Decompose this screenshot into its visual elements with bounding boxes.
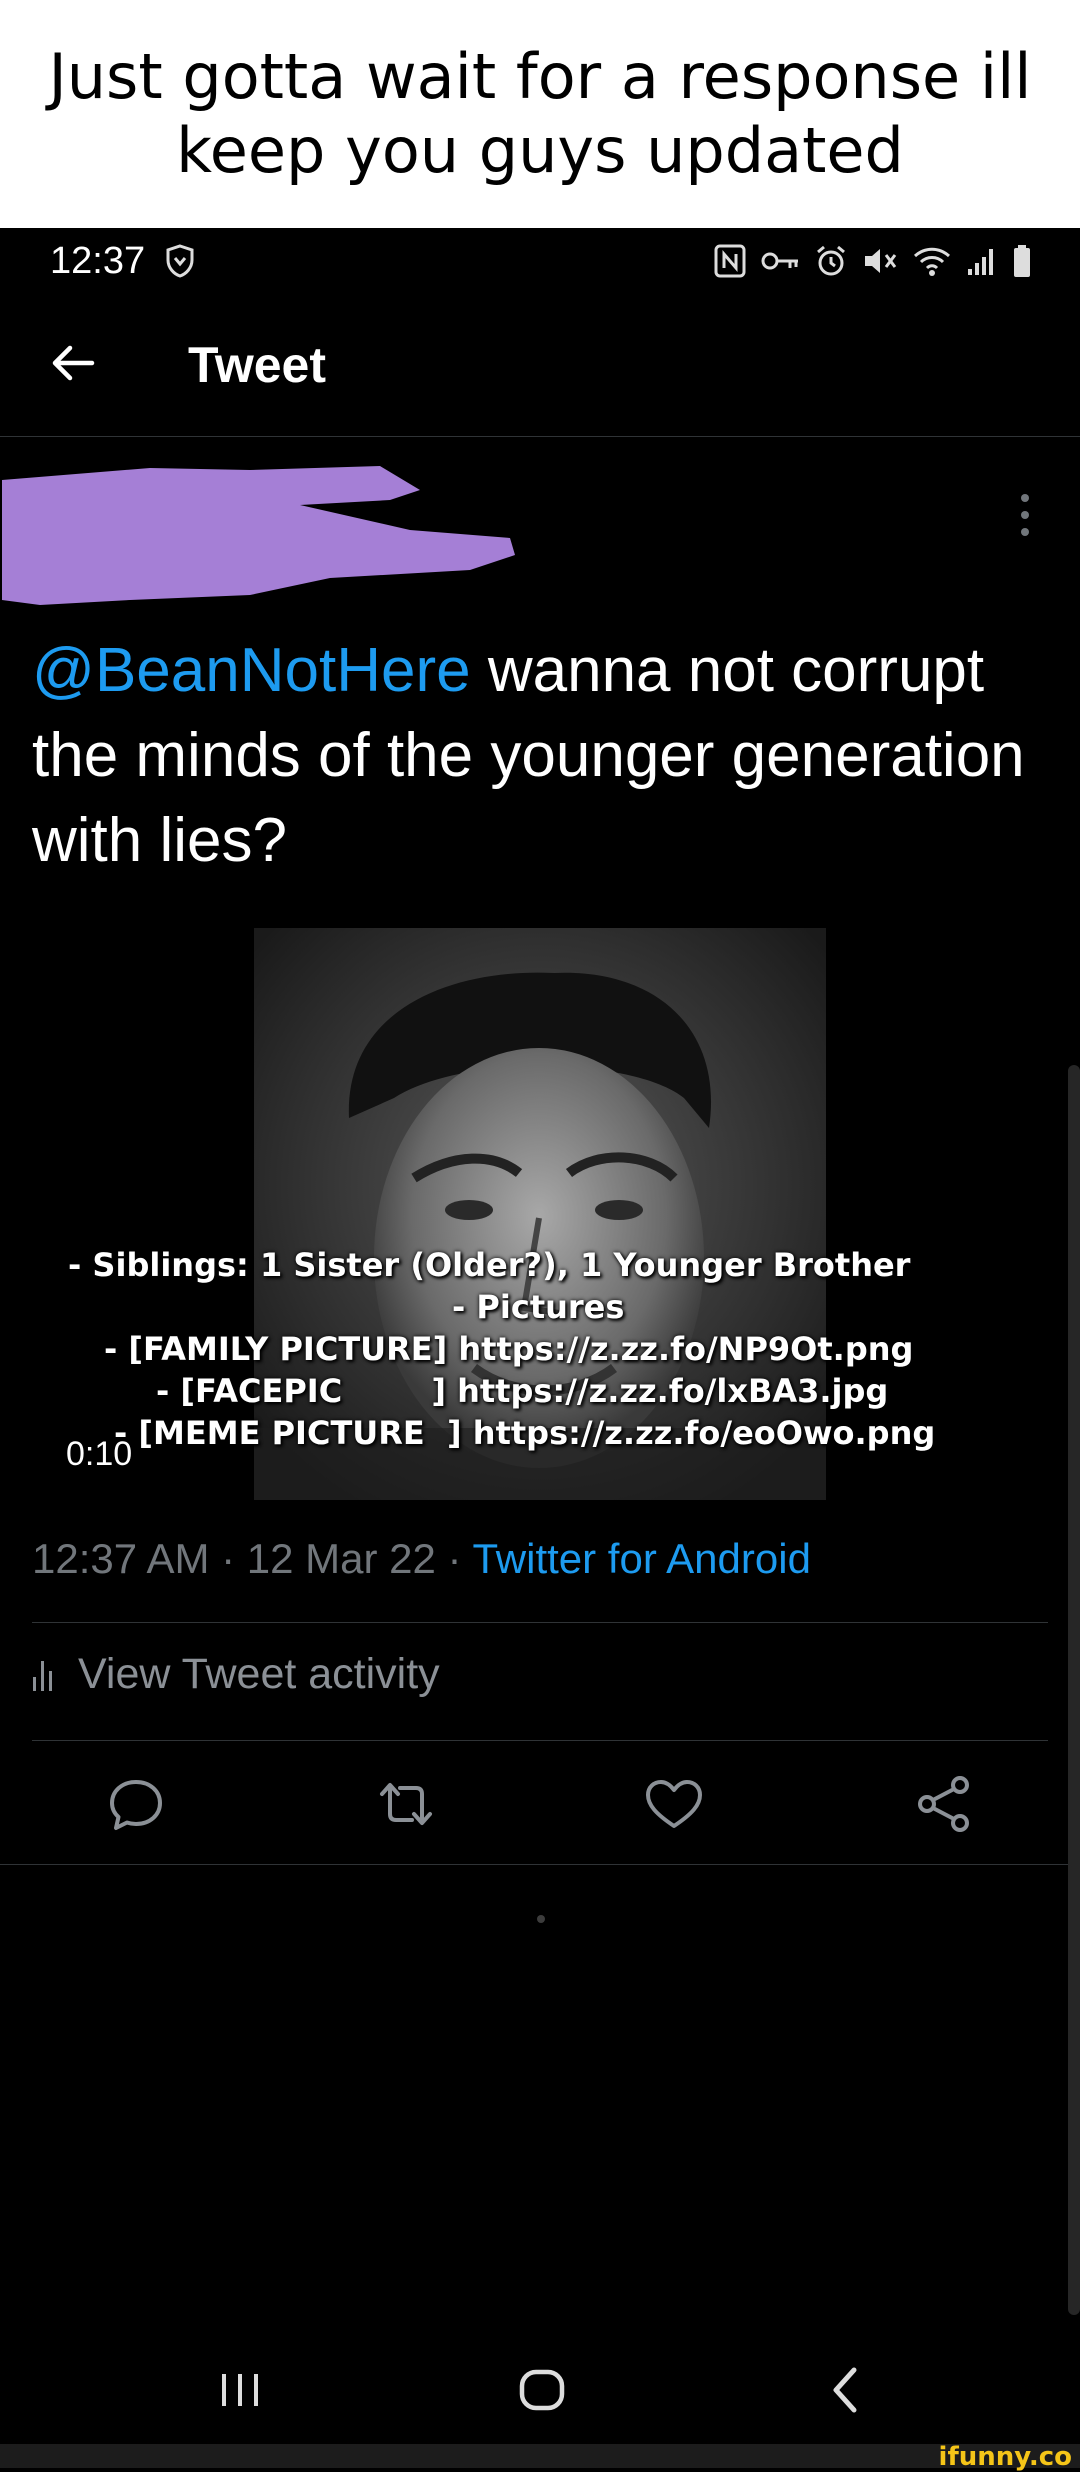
analytics-icon [33, 1660, 52, 1691]
meme-caption: Just gotta wait for a response ill keep … [0, 0, 1080, 228]
status-icons [714, 244, 1032, 278]
tweet-metadata: 12:37 AM · 12 Mar 22 · Twitter for Andro… [32, 1535, 811, 1583]
shield-icon [166, 244, 194, 278]
divider [32, 1622, 1048, 1623]
status-bar: 12:37 [0, 228, 1080, 298]
divider [0, 1864, 1080, 1865]
alarm-icon [817, 245, 845, 276]
reply-icon [110, 1780, 162, 1830]
retweet-button[interactable] [374, 1772, 438, 1836]
activity-label: View Tweet activity [78, 1650, 440, 1698]
top-app-bar: Tweet [0, 300, 1080, 437]
system-nav-bar [0, 2330, 1080, 2440]
video-duration: 0:10 [66, 1435, 133, 1473]
overlay-line-5: - [MEME PICTURE ] https://z.zz.fo/eoOwo.… [114, 1414, 936, 1452]
recent-apps-icon[interactable] [210, 2360, 270, 2420]
status-time: 12:37 [50, 240, 146, 282]
like-icon [646, 1780, 702, 1828]
redacted-author [2, 466, 515, 605]
share-button[interactable] [912, 1772, 976, 1836]
tweet-source-link[interactable]: Twitter for Android [472, 1535, 810, 1582]
tweet-actions [0, 1760, 1080, 1860]
mute-icon [865, 249, 897, 273]
caption-text: Just gotta wait for a response ill keep … [48, 40, 1032, 187]
reply-button[interactable] [104, 1772, 168, 1836]
overlay-line-3: - [FAMILY PICTURE] https://z.zz.fo/NP9Ot… [104, 1330, 914, 1368]
nfc-icon [714, 244, 746, 278]
share-icon [918, 1776, 969, 1832]
wifi-icon [913, 247, 951, 276]
signal-icon [968, 249, 993, 275]
divider [32, 1740, 1048, 1741]
overlay-line-1: - Siblings: 1 Sister (Older?), 1 Younger… [68, 1246, 911, 1284]
more-options-icon[interactable] [1012, 490, 1038, 540]
home-icon[interactable] [512, 2360, 572, 2420]
back-arrow-icon[interactable] [48, 338, 98, 388]
watermark-bar [0, 2444, 1080, 2468]
battery-icon [1014, 245, 1030, 277]
back-nav-icon[interactable] [816, 2360, 876, 2420]
page-title: Tweet [188, 337, 326, 393]
tweet-timestamp: 12:37 AM · 12 Mar 22 · [32, 1535, 473, 1582]
retweet-icon [380, 1783, 432, 1825]
tweet-text: @BeanNotHere wanna not corrupt the minds… [32, 628, 1042, 883]
vpn-key-icon [761, 252, 798, 270]
overlay-line-4: - [FACEPIC ] https://z.zz.fo/lxBA3.jpg [156, 1372, 889, 1410]
loading-dot [537, 1915, 545, 1923]
like-button[interactable] [642, 1772, 706, 1836]
scrollbar[interactable] [1068, 1065, 1080, 2315]
mention-link[interactable]: @BeanNotHere [32, 636, 471, 705]
overlay-line-2: - Pictures [452, 1288, 625, 1326]
view-tweet-activity[interactable]: View Tweet activity [32, 1650, 440, 1699]
